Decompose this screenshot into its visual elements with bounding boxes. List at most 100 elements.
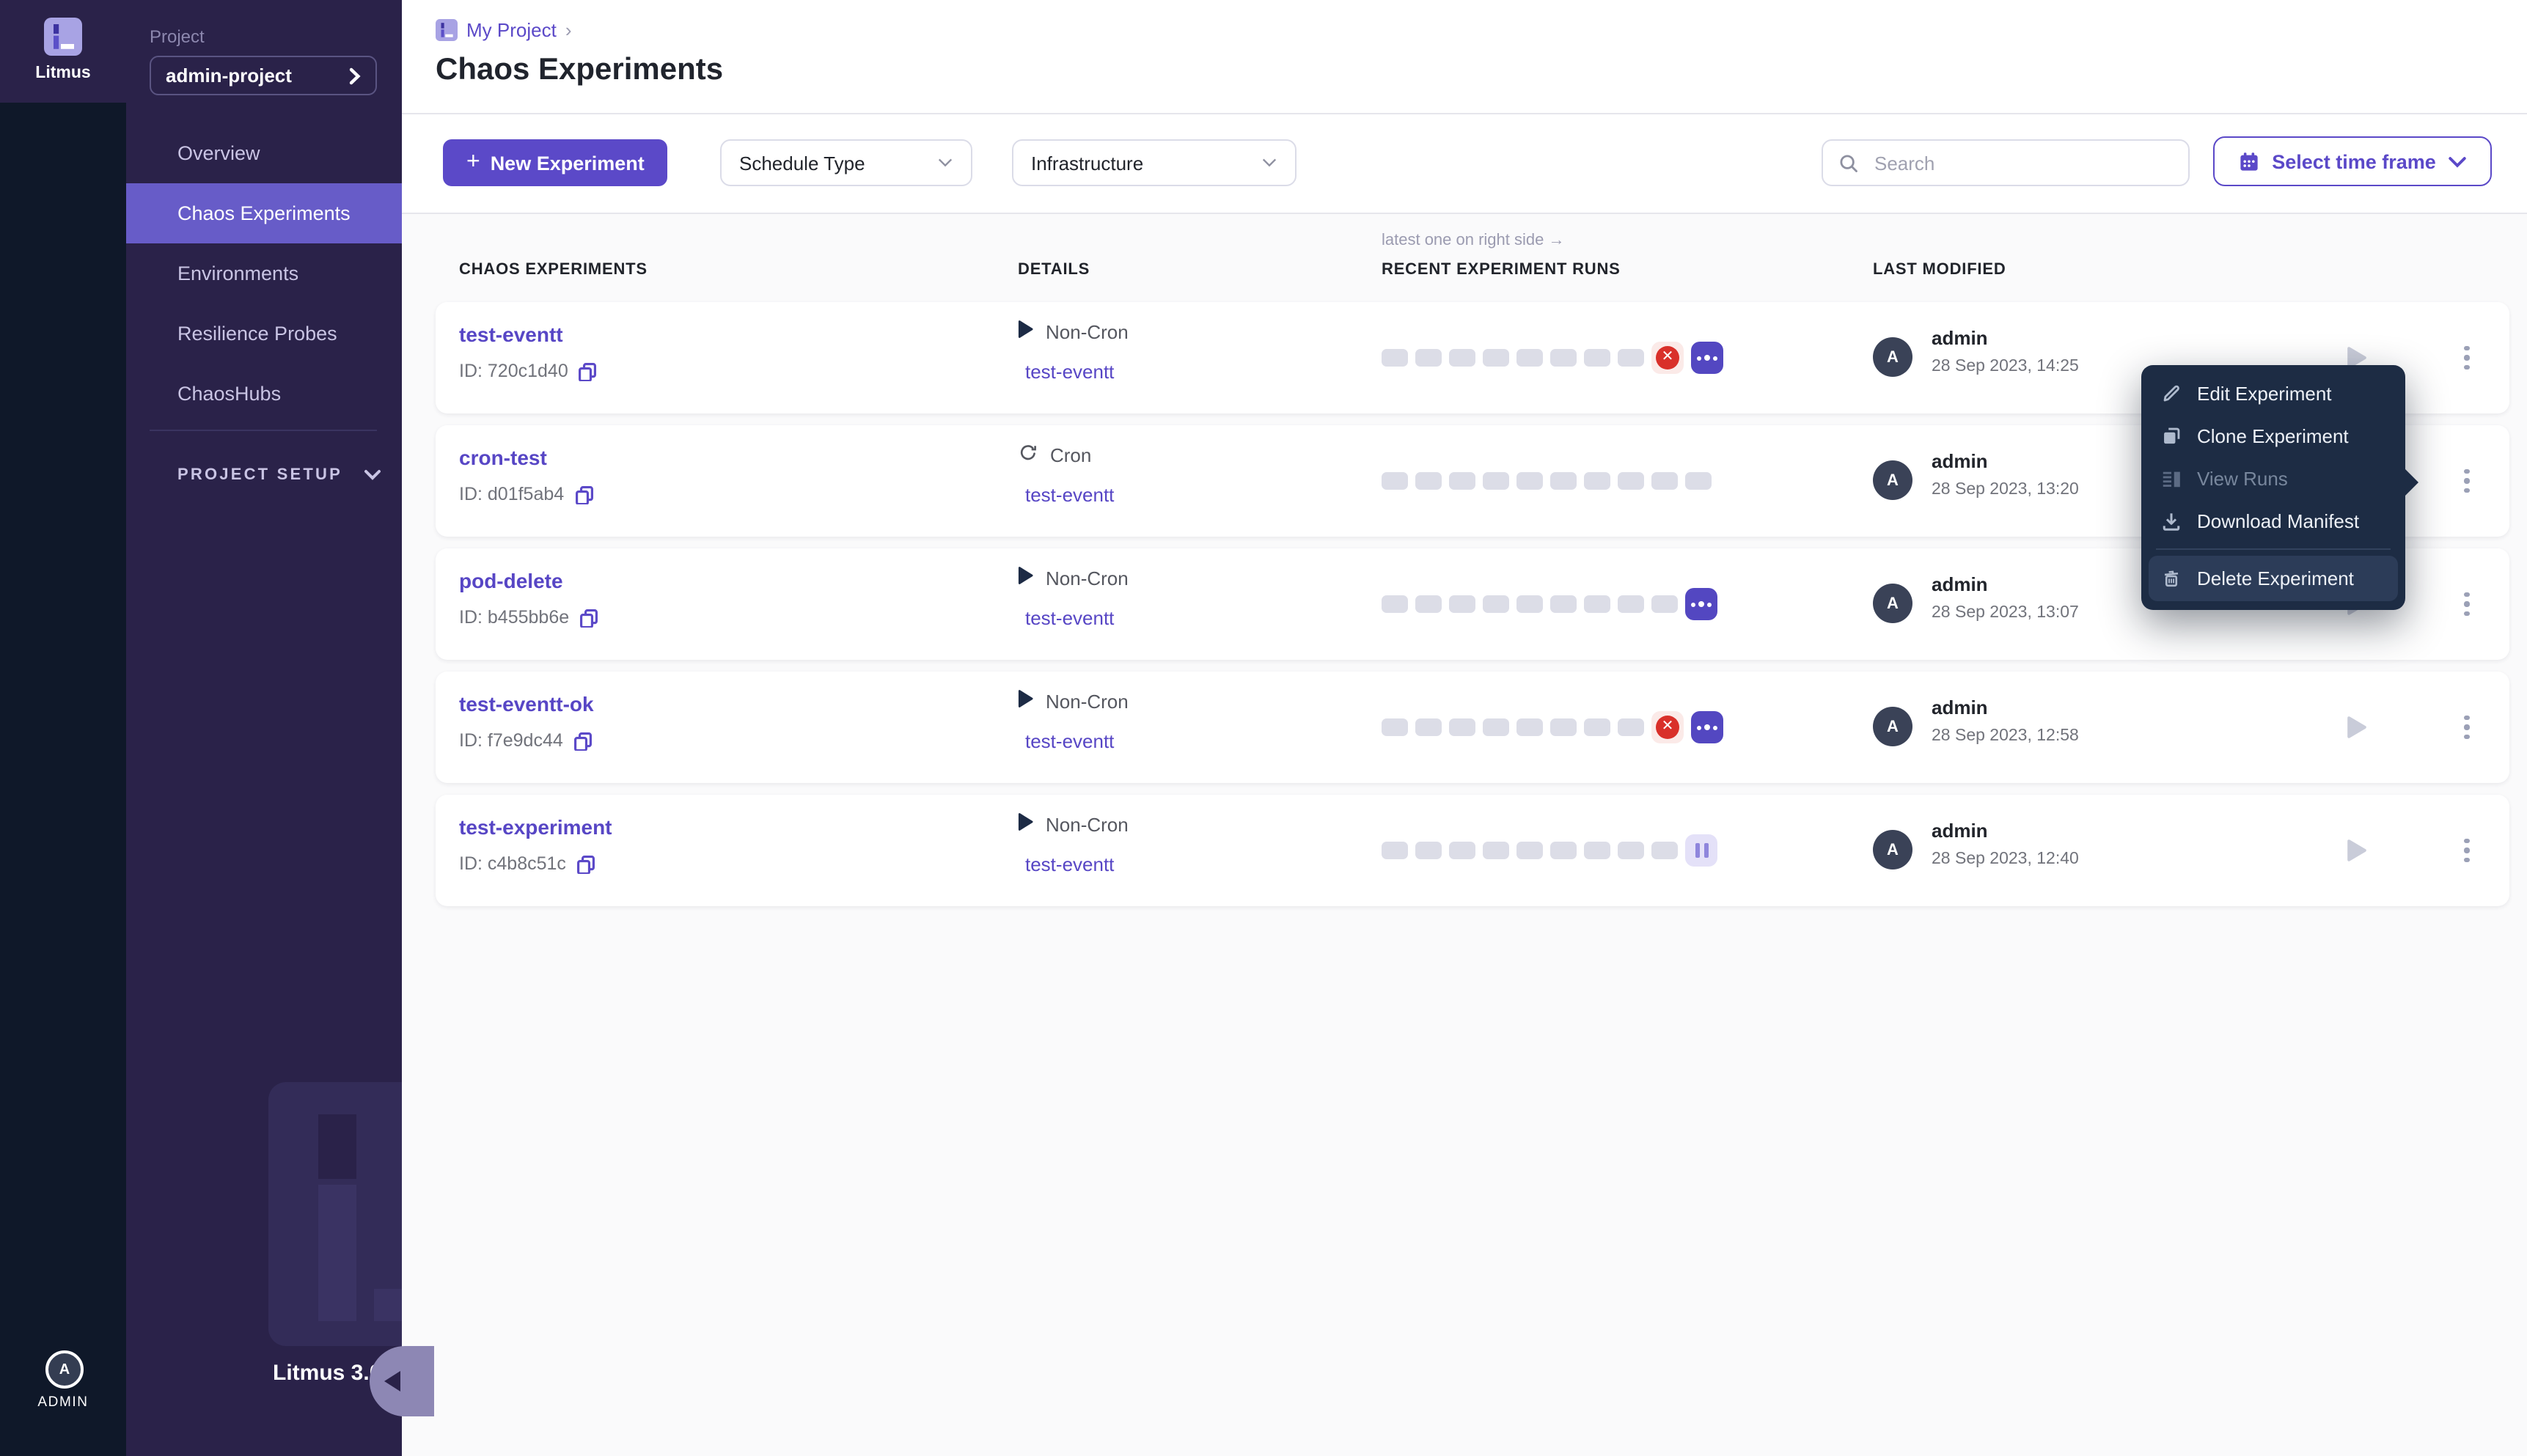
run-indicator-failed[interactable]: ✕: [1651, 711, 1684, 743]
user-avatar[interactable]: A: [45, 1350, 84, 1389]
sidebar-item-project-setup[interactable]: PROJECT SETUP: [126, 453, 402, 497]
run-indicator-failed[interactable]: ✕: [1651, 342, 1684, 374]
run-indicator-empty[interactable]: [1382, 595, 1408, 613]
menu-item-clone-experiment[interactable]: Clone Experiment: [2141, 415, 2405, 457]
run-indicator-empty[interactable]: [1382, 349, 1408, 367]
run-indicator-empty[interactable]: [1651, 472, 1678, 490]
experiment-detail-link[interactable]: test-eventt: [1025, 730, 1114, 752]
run-indicator-empty[interactable]: [1382, 842, 1408, 859]
project-selector[interactable]: admin-project: [150, 56, 377, 95]
run-experiment-button[interactable]: [2347, 716, 2367, 739]
run-indicator-empty[interactable]: [1516, 842, 1543, 859]
run-experiment-button[interactable]: [2347, 839, 2367, 862]
run-indicator-empty[interactable]: [1516, 349, 1543, 367]
run-indicator-running[interactable]: [1685, 588, 1717, 620]
run-indicator-empty[interactable]: [1618, 472, 1644, 490]
run-indicator-empty[interactable]: [1618, 595, 1644, 613]
row-menu-button[interactable]: [2452, 339, 2482, 377]
run-indicator-empty[interactable]: [1618, 349, 1644, 367]
experiment-name-link[interactable]: test-eventt-ok: [459, 692, 594, 716]
run-indicator-empty[interactable]: [1618, 718, 1644, 736]
schedule-type-select[interactable]: Schedule Type: [720, 139, 972, 186]
row-menu-button[interactable]: [2452, 708, 2482, 746]
run-indicator-empty[interactable]: [1449, 842, 1475, 859]
run-indicator-empty[interactable]: [1382, 718, 1408, 736]
run-indicator-empty[interactable]: [1449, 595, 1475, 613]
run-indicator-empty[interactable]: [1618, 842, 1644, 859]
menu-item-delete-experiment[interactable]: Delete Experiment: [2149, 556, 2398, 601]
run-indicator-empty[interactable]: [1550, 718, 1577, 736]
experiment-id: ID: 720c1d40: [459, 361, 598, 381]
copy-id-button[interactable]: [576, 854, 595, 873]
experiment-detail-link[interactable]: test-eventt: [1025, 853, 1114, 875]
experiment-detail-link[interactable]: test-eventt: [1025, 361, 1114, 383]
run-indicator-empty[interactable]: [1415, 842, 1442, 859]
run-indicator-empty[interactable]: [1382, 472, 1408, 490]
run-indicator-empty[interactable]: [1651, 595, 1678, 613]
run-indicator-empty[interactable]: [1516, 472, 1543, 490]
run-indicator-paused[interactable]: [1685, 834, 1717, 867]
run-indicator-empty[interactable]: [1685, 472, 1712, 490]
menu-item-download-manifest[interactable]: Download Manifest: [2141, 500, 2405, 543]
experiment-detail-link[interactable]: test-eventt: [1025, 607, 1114, 629]
author-name: admin: [1932, 327, 1988, 349]
run-indicator-empty[interactable]: [1584, 472, 1610, 490]
run-indicator-empty[interactable]: [1483, 718, 1509, 736]
time-frame-button[interactable]: Select time frame: [2213, 136, 2492, 186]
litmus-logo-icon[interactable]: [44, 18, 82, 56]
new-experiment-button[interactable]: + New Experiment: [443, 139, 668, 186]
run-indicator-empty[interactable]: [1550, 842, 1577, 859]
run-indicator-empty[interactable]: [1584, 595, 1610, 613]
sidebar-item-chaoshubs[interactable]: ChaosHubs: [126, 364, 402, 424]
run-indicator-empty[interactable]: [1415, 472, 1442, 490]
experiment-name-link[interactable]: pod-delete: [459, 569, 563, 592]
chevron-down-icon: [938, 158, 953, 167]
copy-id-button[interactable]: [579, 608, 598, 627]
run-indicator-empty[interactable]: [1483, 842, 1509, 859]
run-indicator-empty[interactable]: [1415, 718, 1442, 736]
sidebar-item-resilience-probes[interactable]: Resilience Probes: [126, 304, 402, 364]
run-indicator-running[interactable]: [1691, 342, 1723, 374]
experiment-name-link[interactable]: test-eventt: [459, 323, 563, 346]
cron-icon: [1018, 443, 1038, 468]
run-indicator-empty[interactable]: [1550, 472, 1577, 490]
run-indicator-empty[interactable]: [1516, 718, 1543, 736]
run-indicator-empty[interactable]: [1415, 595, 1442, 613]
run-indicator-empty[interactable]: [1516, 595, 1543, 613]
breadcrumb-link-my-project[interactable]: My Project: [466, 19, 557, 41]
run-indicator-running[interactable]: [1691, 711, 1723, 743]
run-indicator-empty[interactable]: [1584, 718, 1610, 736]
copy-id-button[interactable]: [579, 361, 598, 380]
sidebar-item-environments[interactable]: Environments: [126, 243, 402, 304]
run-indicator-empty[interactable]: [1584, 349, 1610, 367]
play-icon: [1018, 566, 1034, 589]
recent-runs: ✕: [1382, 302, 1723, 413]
menu-item-edit-experiment[interactable]: Edit Experiment: [2141, 372, 2405, 415]
copy-id-button[interactable]: [573, 731, 593, 750]
row-menu-button[interactable]: [2452, 585, 2482, 623]
run-indicator-empty[interactable]: [1449, 718, 1475, 736]
sidebar-item-chaos-experiments[interactable]: Chaos Experiments: [126, 183, 402, 243]
run-indicator-empty[interactable]: [1483, 472, 1509, 490]
copy-id-button[interactable]: [574, 485, 593, 504]
run-indicator-empty[interactable]: [1449, 349, 1475, 367]
search-input[interactable]: [1871, 150, 2174, 175]
row-menu-button[interactable]: [2452, 831, 2482, 869]
run-indicator-empty[interactable]: [1550, 349, 1577, 367]
run-indicator-empty[interactable]: [1415, 349, 1442, 367]
experiment-name-link[interactable]: cron-test: [459, 446, 547, 469]
sidebar-item-overview[interactable]: Overview: [126, 123, 402, 183]
experiment-detail-link[interactable]: test-eventt: [1025, 484, 1114, 506]
run-indicator-empty[interactable]: [1483, 595, 1509, 613]
infrastructure-select[interactable]: Infrastructure: [1012, 139, 1296, 186]
run-indicator-empty[interactable]: [1449, 472, 1475, 490]
run-indicator-empty[interactable]: [1483, 349, 1509, 367]
page-header: My Project › Chaos Experiments: [402, 0, 2527, 114]
run-indicator-empty[interactable]: [1651, 842, 1678, 859]
run-indicator-empty[interactable]: [1550, 595, 1577, 613]
sidebar-collapse-button[interactable]: [370, 1346, 434, 1416]
toolbar: + New Experiment Schedule Type Infrastru…: [402, 114, 2527, 214]
experiment-name-link[interactable]: test-experiment: [459, 815, 612, 839]
run-indicator-empty[interactable]: [1584, 842, 1610, 859]
row-menu-button[interactable]: [2452, 462, 2482, 500]
